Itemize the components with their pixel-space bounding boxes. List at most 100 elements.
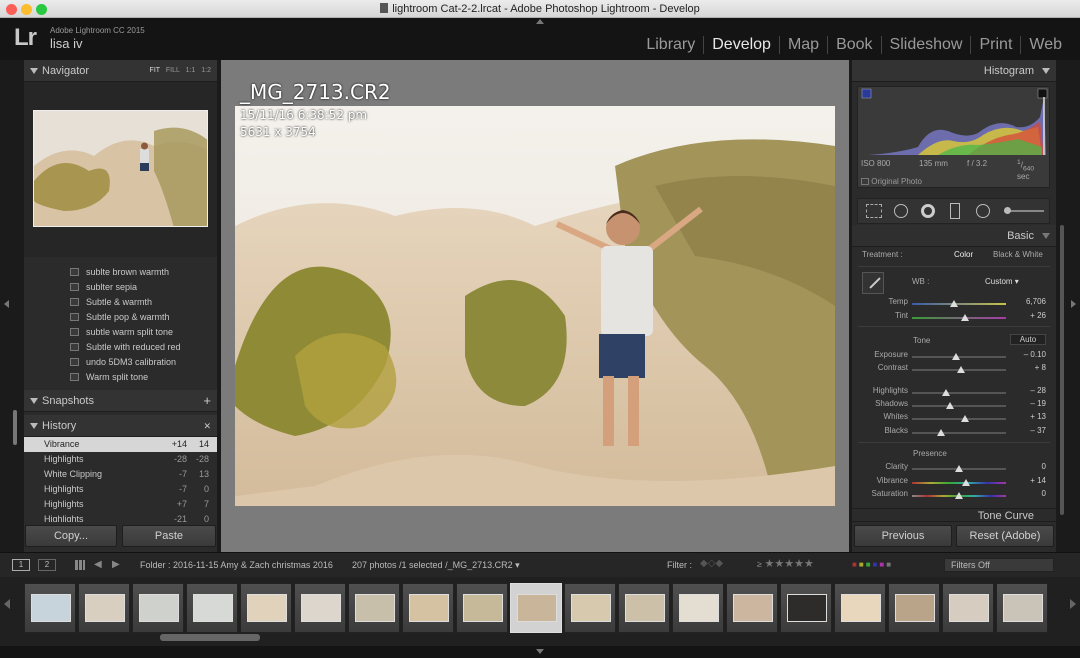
module-web[interactable]: Web — [1020, 36, 1070, 54]
history-item[interactable]: Highlights +7 7 — [24, 497, 217, 512]
filmstrip-cell[interactable] — [780, 583, 832, 633]
crop-tool-icon[interactable] — [866, 204, 882, 218]
filmstrip-cell[interactable] — [348, 583, 400, 633]
previous-button[interactable]: Previous — [854, 525, 952, 547]
main-photo[interactable] — [235, 106, 835, 506]
add-snapshot-icon[interactable]: + — [203, 390, 211, 412]
white-balance-eyedropper-icon[interactable] — [862, 272, 884, 294]
filmstrip-cell[interactable] — [672, 583, 724, 633]
slider-blacks[interactable]: Blacks – 37 — [852, 426, 1056, 439]
slider-track[interactable] — [912, 402, 1006, 409]
module-map[interactable]: Map — [778, 36, 827, 54]
slider-value[interactable]: 0 — [1042, 462, 1046, 471]
slider-knob[interactable] — [961, 479, 970, 486]
filmstrip-scroll-right-icon[interactable] — [1070, 599, 1076, 609]
auto-tone-button[interactable]: Auto — [1010, 334, 1046, 345]
history-item[interactable]: White Clipping -7 13 — [24, 467, 217, 482]
filmstrip-cell[interactable] — [510, 583, 562, 633]
collapse-filmstrip-icon[interactable] — [536, 649, 544, 654]
navigator-header[interactable]: Navigator FIT FILL 1:1 1:2 — [24, 60, 217, 82]
filmstrip-cell[interactable] — [456, 583, 508, 633]
preset-item[interactable]: sublter sepia — [24, 280, 217, 295]
slider-highlights[interactable]: Highlights – 28 — [852, 386, 1056, 399]
slider-knob[interactable] — [952, 353, 961, 360]
slider-value[interactable]: – 0.10 — [1024, 350, 1046, 359]
slider-saturation[interactable]: Saturation 0 — [852, 489, 1056, 502]
filmstrip-cell[interactable] — [834, 583, 886, 633]
filmstrip-scrollbar[interactable] — [160, 634, 260, 641]
slider-value[interactable]: 6,706 — [1026, 297, 1046, 306]
navigator-thumbnail[interactable] — [33, 110, 208, 227]
filmstrip-cell[interactable] — [996, 583, 1048, 633]
filmstrip-cell[interactable] — [294, 583, 346, 633]
preset-item[interactable]: Subtle & warmth — [24, 295, 217, 310]
histogram-header[interactable]: Histogram — [852, 60, 1056, 82]
basic-header[interactable]: Basic — [852, 225, 1056, 247]
history-item[interactable]: Highlights -28 -28 — [24, 452, 217, 467]
slider-value[interactable]: – 37 — [1030, 426, 1046, 435]
slider-track[interactable] — [912, 314, 1006, 321]
preset-item[interactable]: subtle warm split tone — [24, 325, 217, 340]
filmstrip-scroll-left-icon[interactable] — [4, 599, 10, 609]
slider-knob[interactable] — [955, 465, 963, 472]
zoom-fill[interactable]: FILL — [166, 67, 180, 74]
filmstrip-cell[interactable] — [24, 583, 76, 633]
slider-track[interactable] — [912, 479, 1006, 486]
module-print[interactable]: Print — [970, 36, 1020, 54]
copy-button[interactable]: Copy... — [25, 525, 117, 547]
red-eye-icon[interactable] — [921, 204, 935, 218]
filmstrip-cell[interactable] — [618, 583, 670, 633]
slider-value[interactable]: – 28 — [1030, 386, 1046, 395]
module-library[interactable]: Library — [638, 36, 703, 54]
collapse-right-panel-icon[interactable] — [1071, 300, 1076, 308]
slider-knob[interactable] — [960, 415, 969, 422]
slider-knob[interactable] — [960, 314, 969, 321]
zoom-1-2[interactable]: 1:2 — [201, 67, 211, 74]
slider-knob[interactable] — [945, 402, 954, 409]
slider-whites[interactable]: Whites + 13 — [852, 412, 1056, 425]
slider-tint[interactable]: Tint + 26 — [852, 311, 1056, 324]
slider-track[interactable] — [912, 353, 1006, 360]
preset-item[interactable]: Warm split tone — [24, 370, 217, 385]
history-item[interactable]: Highlights -21 0 — [24, 512, 217, 522]
main-window-button[interactable]: 1 — [12, 559, 30, 571]
preset-item[interactable]: Subtle pop & warmth — [24, 310, 217, 325]
grid-view-icon[interactable] — [75, 560, 85, 570]
slider-track[interactable] — [912, 389, 1006, 396]
module-book[interactable]: Book — [827, 36, 880, 54]
spot-removal-icon[interactable] — [894, 204, 908, 218]
minimize-window-button[interactable] — [21, 4, 32, 15]
photo-count[interactable]: 207 photos /1 selected /_MG_2713.CR2 ▾ — [352, 560, 520, 571]
slider-track[interactable] — [912, 366, 1006, 373]
slider-track[interactable] — [912, 429, 1006, 436]
paste-button[interactable]: Paste — [122, 525, 216, 547]
left-panel-scrollbar[interactable] — [13, 410, 17, 445]
filmstrip-cell[interactable] — [942, 583, 994, 633]
zoom-fit[interactable]: FIT — [150, 67, 160, 74]
slider-track[interactable] — [912, 492, 1006, 499]
preset-item[interactable]: Subtle with reduced red — [24, 340, 217, 355]
slider-clarity[interactable]: Clarity 0 — [852, 462, 1056, 475]
forward-arrow-icon[interactable]: ▶ — [112, 559, 120, 570]
slider-value[interactable]: + 26 — [1030, 311, 1046, 320]
radial-filter-icon[interactable] — [976, 204, 990, 218]
preset-item[interactable]: undo 5DM3 calibration — [24, 355, 217, 370]
zoom-1-1[interactable]: 1:1 — [186, 67, 196, 74]
module-slideshow[interactable]: Slideshow — [880, 36, 971, 54]
clear-history-icon[interactable]: ✕ — [203, 415, 211, 437]
slider-knob[interactable] — [950, 300, 959, 307]
close-window-button[interactable] — [6, 4, 17, 15]
slider-temp[interactable]: Temp 6,706 — [852, 297, 1056, 310]
folder-path[interactable]: Folder : 2016-11-15 Amy & Zach christmas… — [140, 560, 333, 570]
slider-knob[interactable] — [937, 429, 946, 436]
filmstrip-cell[interactable] — [78, 583, 130, 633]
right-panel-scrollbar[interactable] — [1060, 225, 1064, 515]
flag-filter-icons[interactable]: ◆◇◆ — [700, 558, 723, 569]
slider-track[interactable] — [912, 465, 1006, 472]
preset-item[interactable]: sublte brown warmth — [24, 265, 217, 280]
tone-curve-header[interactable]: Tone Curve — [852, 508, 1056, 522]
slider-contrast[interactable]: Contrast + 8 — [852, 363, 1056, 376]
reset-adobe-button[interactable]: Reset (Adobe) — [956, 525, 1054, 547]
wb-dropdown[interactable]: Custom ▾ — [985, 277, 1019, 286]
slider-exposure[interactable]: Exposure – 0.10 — [852, 350, 1056, 363]
